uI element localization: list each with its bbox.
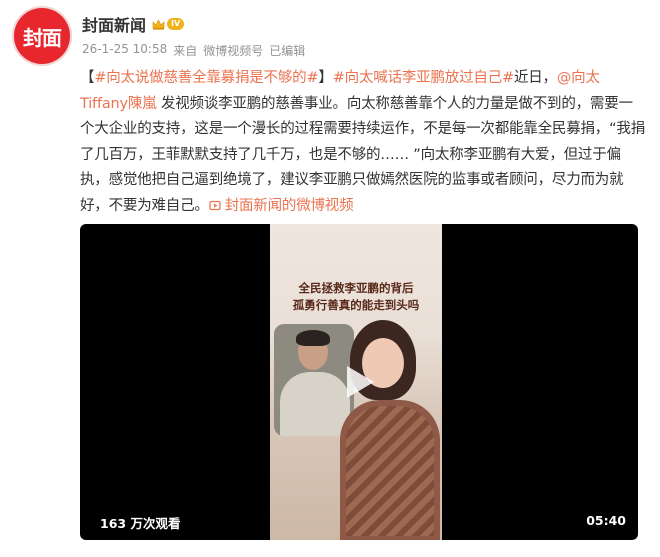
author-header: 封面新闻 IV <box>82 12 185 36</box>
post-meta: 26-1-25 10:58 来自 微博视频号 已编辑 <box>82 42 305 59</box>
post-source[interactable]: 微博视频号 <box>203 42 263 59</box>
author-name[interactable]: 封面新闻 <box>82 12 146 36</box>
avatar-logo-text: 封面 <box>23 25 62 50</box>
video-link[interactable]: 封面新闻的微博视频 <box>209 198 354 214</box>
post-timestamp[interactable]: 26-1-25 10:58 <box>82 42 167 59</box>
post-text-segment: 发视频谈李亚鹏的慈善事业。向太称慈善靠个人的力量是做不到的，需要一个大企业的支持… <box>80 95 646 214</box>
avatar[interactable]: 封面 <box>14 8 70 64</box>
post-text: 【#向太说做慈善全靠募捐是不够的#】#向太喊话李亚鹏放过自己#近日，@向太Tif… <box>80 66 646 219</box>
source-prefix: 来自 <box>173 44 198 58</box>
edited-label[interactable]: 已编辑 <box>269 42 305 59</box>
hashtag-link[interactable]: #向太说做慈善全靠募捐是不够的# <box>94 70 318 86</box>
member-badge[interactable]: IV <box>152 18 185 30</box>
badge-level: IV <box>167 18 185 30</box>
view-count: 163 万次观看 <box>100 516 181 531</box>
video-link-icon <box>209 200 221 210</box>
play-icon[interactable] <box>344 364 376 400</box>
hashtag-link[interactable]: #向太喊话李亚鹏放过自己# <box>333 70 514 86</box>
poster-title-line: 全民拯救李亚鹏的背后 <box>298 281 414 295</box>
crown-icon <box>152 18 165 30</box>
video-duration: 05:40 <box>586 513 626 528</box>
bracket-close: 】 <box>318 70 333 86</box>
post-text-segment: 近日， <box>513 70 557 86</box>
bracket-open: 【 <box>80 70 95 86</box>
video-link-label: 封面新闻的微博视频 <box>224 197 354 214</box>
poster-woman-figure <box>336 316 442 540</box>
poster-title: 全民拯救李亚鹏的背后 孤勇行善真的能走到头吗 <box>276 280 436 314</box>
poster-title-line: 孤勇行善真的能走到头吗 <box>292 298 420 312</box>
video-player[interactable]: 全民拯救李亚鹏的背后 孤勇行善真的能走到头吗 163 万次观看 05:40 <box>80 224 638 540</box>
